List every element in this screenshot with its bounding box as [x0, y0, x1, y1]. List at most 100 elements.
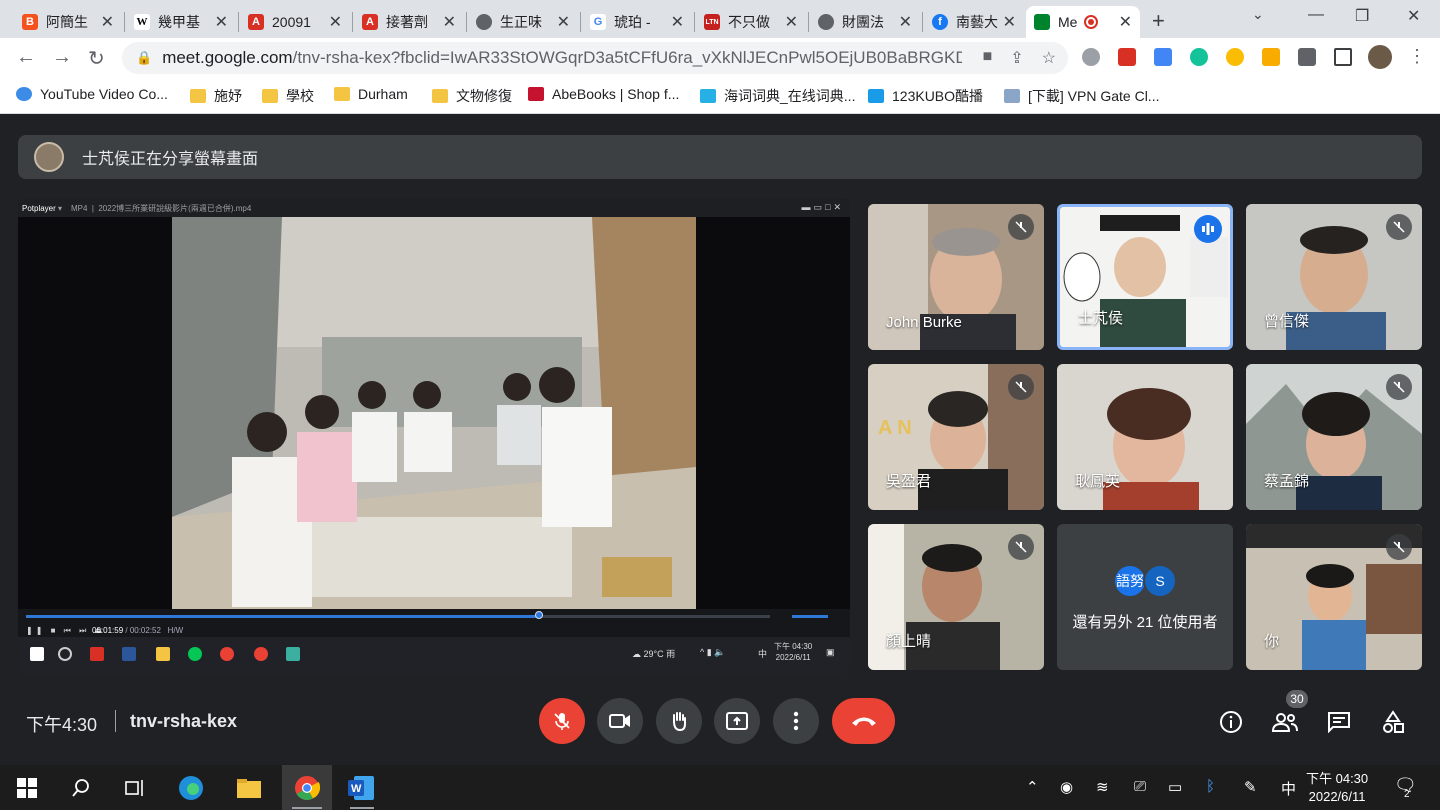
close-icon[interactable]: ✕ [443, 12, 456, 32]
new-tab-button[interactable]: + [1152, 8, 1165, 34]
close-icon[interactable]: ✕ [557, 12, 570, 32]
meeting-info-button[interactable] [1217, 708, 1245, 736]
battery-icon[interactable]: ▭ [1168, 778, 1182, 796]
activities-button[interactable] [1379, 708, 1407, 736]
tool-extension-icon[interactable] [1262, 48, 1280, 66]
task-view-button[interactable] [122, 775, 148, 801]
info-icon [1220, 711, 1242, 733]
chevron-up-icon[interactable]: ⌃ [1026, 778, 1039, 796]
share-icon[interactable]: ⇪ [1010, 48, 1023, 68]
participant-tile-speaking[interactable]: 士芃侯 [1057, 204, 1233, 350]
tab-label: 接著劑 [386, 14, 428, 30]
chat-button[interactable] [1325, 708, 1353, 736]
restore-button[interactable]: ❐ [1355, 6, 1369, 26]
word-taskbar-button[interactable]: W [348, 775, 374, 801]
bookmark-2[interactable]: 學校 [262, 86, 314, 106]
player-controls: ❚❚ ■ ⏮ ⏭ ⏏ 00:01:59 / 00:02:52 H/W [18, 609, 850, 637]
facebook-icon: f [932, 14, 948, 30]
folder-icon [334, 87, 350, 101]
star-icon[interactable]: ☆ [1042, 48, 1056, 68]
participant-tile-3[interactable]: 曾信傑 [1246, 204, 1422, 350]
profile-avatar[interactable] [1368, 45, 1392, 69]
tab-4[interactable]: 生正味 ✕ [468, 6, 578, 38]
meeting-clock: 下午4:30 [26, 715, 98, 735]
back-button[interactable]: ← [16, 46, 36, 69]
close-icon[interactable]: ✕ [1119, 12, 1132, 32]
window-close-button[interactable]: ✕ [1407, 6, 1420, 26]
more-options-button[interactable] [773, 698, 819, 744]
start-button[interactable] [14, 775, 40, 801]
forward-button[interactable]: → [52, 46, 72, 69]
translate-extension-icon[interactable] [1154, 48, 1172, 66]
globe-extension-icon[interactable] [1082, 48, 1100, 66]
grammarly-extension-icon[interactable] [1190, 48, 1208, 66]
bookmark-8[interactable]: [下載] VPN Gate Cl... [1004, 86, 1159, 106]
close-icon[interactable]: ✕ [329, 12, 342, 32]
shared-video-frame [172, 217, 696, 609]
acrobat-extension-icon[interactable] [1118, 48, 1136, 66]
tab-1[interactable]: W 幾甲基 ✕ [126, 6, 236, 38]
tab-9-active[interactable]: Me ✕ [1026, 6, 1140, 38]
bluetooth-icon[interactable]: ᛒ [1206, 778, 1215, 795]
others-tile[interactable]: 語努 S 還有另外 21 位使用者 [1057, 524, 1233, 670]
menu-icon[interactable]: ⋮ [1408, 46, 1426, 67]
participant-tile-5[interactable]: 耿鳳英 [1057, 364, 1233, 510]
reload-button[interactable]: ↻ [88, 46, 105, 71]
tab-7[interactable]: 財團法 ✕ [810, 6, 920, 38]
search-button[interactable] [68, 775, 94, 801]
tab-6[interactable]: LTN 不只做 ✕ [696, 6, 806, 38]
participant-tile-6[interactable]: 蔡孟錦 [1246, 364, 1422, 510]
check-extension-icon[interactable] [1226, 48, 1244, 66]
file-explorer-button[interactable] [236, 775, 262, 801]
close-icon[interactable]: ✕ [1003, 12, 1016, 32]
bookmark-6[interactable]: 海词词典_在线词典... [700, 86, 855, 106]
bookmark-7[interactable]: 123KUBO酷播 [868, 86, 983, 106]
camera-toggle-button[interactable] [597, 698, 643, 744]
url-text[interactable]: meet.google.com/tnv-rsha-kex?fbclid=IwAR… [162, 48, 962, 68]
ime-indicator[interactable]: 中 [1281, 778, 1296, 799]
tab-label: 南藝大 [956, 14, 998, 30]
bookmark-1[interactable]: 施妤 [190, 86, 242, 106]
side-panel-icon[interactable] [1334, 48, 1352, 66]
puzzle-icon[interactable] [1298, 48, 1316, 66]
participant-tile-7[interactable]: 顏上晴 [868, 524, 1044, 670]
chrome-icon [295, 776, 320, 801]
edge-taskbar-button[interactable] [178, 775, 204, 801]
ime-indicator: 中 [758, 649, 768, 659]
pen-icon[interactable]: ✎ [1244, 778, 1257, 796]
close-icon[interactable]: ✕ [899, 12, 912, 32]
camera-icon[interactable]: ■ [983, 48, 993, 68]
close-icon[interactable]: ✕ [101, 12, 114, 32]
participant-tile-4[interactable]: A N 吳盈君 [868, 364, 1044, 510]
bookmark-4[interactable]: 文物修復 [432, 86, 512, 106]
tab-5[interactable]: G 琥珀 - ✕ [582, 6, 692, 38]
mic-toggle-button[interactable] [539, 698, 585, 744]
tab-search-icon[interactable]: ⌄ [1252, 6, 1264, 23]
mic-off-icon [1386, 374, 1412, 400]
close-icon[interactable]: ✕ [671, 12, 684, 32]
record-icon[interactable]: ◉ [1060, 778, 1073, 796]
bookmark-3[interactable]: Durham [334, 86, 408, 102]
wifi-icon[interactable]: ≋ [1096, 778, 1109, 796]
seek-bar[interactable] [26, 611, 770, 619]
volume-bar[interactable] [792, 615, 828, 618]
participant-tile-self[interactable]: 你 [1246, 524, 1422, 670]
bookmark-0[interactable]: YouTube Video Co... [16, 86, 168, 102]
taskbar-clock[interactable]: 下午 04:30 2022/6/11 [1306, 770, 1368, 806]
address-bar[interactable]: 🔒 meet.google.com/tnv-rsha-kex?fbclid=Iw… [122, 42, 1068, 74]
chrome-taskbar-button[interactable] [294, 775, 320, 801]
minimize-button[interactable]: — [1308, 6, 1324, 24]
present-screen-button[interactable] [714, 698, 760, 744]
tab-0[interactable]: B 阿簡生 ✕ [14, 6, 122, 38]
bookmark-5[interactable]: AbeBooks | Shop f... [528, 86, 679, 102]
close-icon[interactable]: ✕ [785, 12, 798, 32]
tab-3[interactable]: A 接著劑 ✕ [354, 6, 464, 38]
participant-tile-john-burke[interactable]: John Burke [868, 204, 1044, 350]
tab-2[interactable]: A 20091 ✕ [240, 6, 350, 38]
people-button[interactable] [1271, 708, 1299, 736]
meet-now-icon[interactable]: ⎚ [1134, 778, 1146, 795]
tab-8[interactable]: f 南藝大 ✕ [924, 6, 1024, 38]
raise-hand-button[interactable] [656, 698, 702, 744]
close-icon[interactable]: ✕ [215, 12, 228, 32]
leave-call-button[interactable] [832, 698, 895, 744]
